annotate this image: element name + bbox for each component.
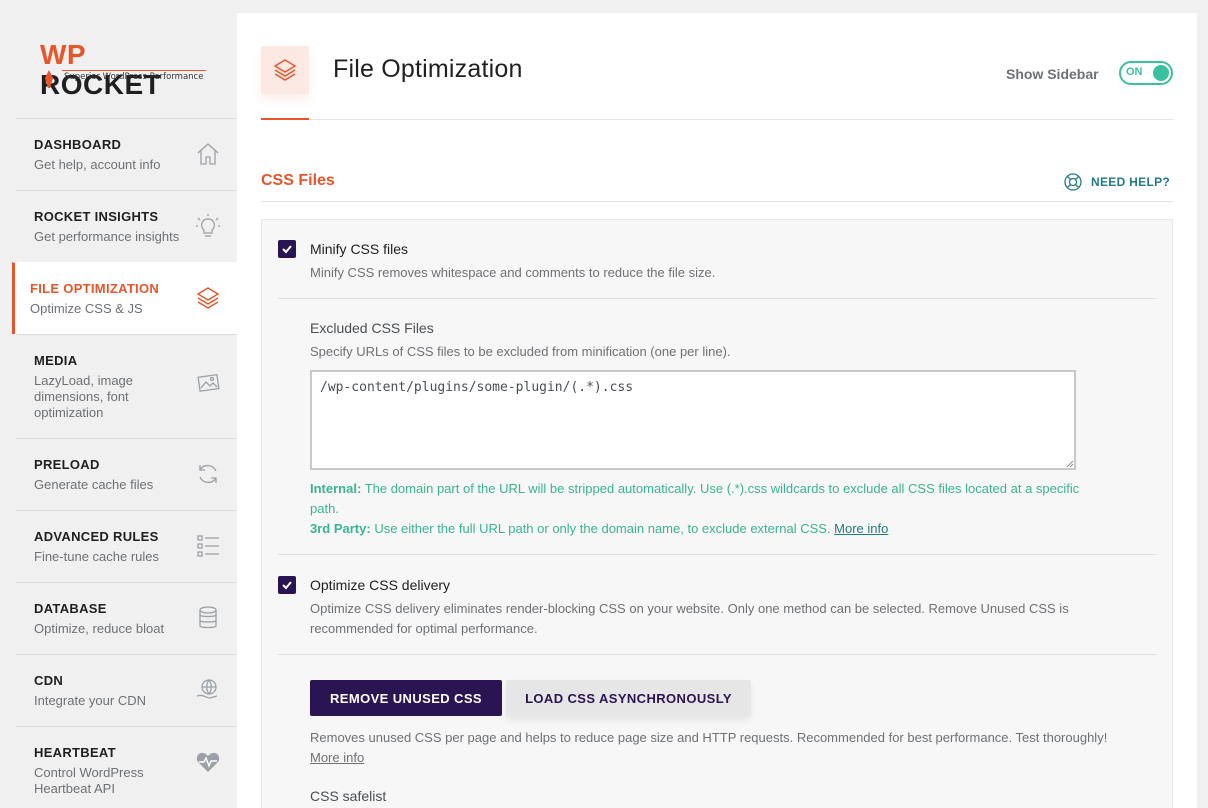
internal-note-label: Internal: (310, 481, 362, 496)
third-party-note-label: 3rd Party: (310, 521, 371, 536)
show-sidebar-label: Show Sidebar (1006, 66, 1099, 82)
need-help-link[interactable]: NEED HELP? (1063, 172, 1170, 192)
lightbulb-icon (196, 214, 220, 237)
sidebar-item-advanced-rules[interactable]: ADVANCED RULES Fine-tune cache rules (16, 510, 237, 582)
header-accent-underline (261, 118, 309, 120)
excluded-css-description: Specify URLs of CSS files to be excluded… (310, 344, 731, 359)
excluded-css-title: Excluded CSS Files (310, 320, 434, 336)
resize-grip-icon[interactable] (1064, 458, 1074, 468)
layers-icon (196, 287, 220, 309)
internal-note: Internal: The domain part of the URL wil… (310, 479, 1090, 519)
divider (278, 554, 1156, 555)
minify-css-description: Minify CSS removes whitespace and commen… (310, 265, 716, 280)
lifebuoy-icon (1064, 173, 1082, 191)
page-title: File Optimization (333, 55, 523, 83)
checklist-icon (197, 535, 219, 557)
excluded-css-input[interactable] (310, 370, 1076, 470)
logo-underline (62, 70, 206, 71)
sidebar-item-heartbeat[interactable]: HEARTBEAT Control WordPress Heartbeat AP… (16, 726, 237, 798)
more-info-link[interactable]: More info (834, 521, 888, 536)
refresh-icon (199, 464, 217, 484)
optimize-css-delivery-title: Optimize CSS delivery (310, 577, 451, 593)
sidebar-item-rocket-insights[interactable]: ROCKET INSIGHTS Get performance insights (16, 190, 237, 262)
sidebar-item-subtitle: Fine-tune cache rules (34, 549, 160, 564)
sidebar-item-subtitle: Integrate your CDN (34, 693, 146, 708)
logo-wp: WP (40, 39, 86, 70)
main-panel: File Optimization Show Sidebar ON CSS Fi… (237, 13, 1197, 808)
sidebar-item-title: MEDIA (34, 353, 78, 368)
home-icon (197, 143, 219, 165)
sidebar-item-dashboard[interactable]: DASHBOARD Get help, account info (16, 118, 237, 190)
remove-unused-css-button[interactable]: REMOVE UNUSED CSS (310, 680, 502, 716)
sidebar-item-media[interactable]: MEDIA LazyLoad, image dimensions, font o… (16, 334, 237, 438)
globe-hand-icon (196, 679, 218, 699)
checkmark-icon (282, 245, 292, 254)
show-sidebar-toggle[interactable]: ON (1119, 61, 1173, 85)
optimize-css-delivery-checkbox[interactable] (278, 576, 296, 594)
sidebar-item-subtitle: Optimize, reduce bloat (34, 621, 165, 636)
section-title: CSS Files (261, 172, 335, 189)
minify-css-title: Minify CSS files (310, 241, 409, 257)
sidebar-item-subtitle: Optimize CSS & JS (30, 301, 143, 316)
sidebar-nav: DASHBOARD Get help, account info ROCKET … (12, 118, 237, 798)
sidebar-item-subtitle: Control WordPress Heartbeat API (34, 765, 144, 796)
sidebar-item-subtitle: LazyLoad, image dimensions, font optimiz… (34, 373, 134, 420)
remove-unused-css-text: Removes unused CSS per page and helps to… (310, 730, 1108, 745)
minify-css-checkbox[interactable] (278, 240, 296, 258)
more-info-link[interactable]: More info (310, 750, 364, 765)
divider (278, 654, 1156, 655)
logo-tagline: Superior WordPress Performance (64, 72, 204, 82)
header-divider (309, 119, 1173, 120)
sidebar-item-subtitle: Get performance insights (34, 229, 180, 244)
section-divider (261, 201, 1173, 202)
toggle-knob (1153, 65, 1169, 81)
sidebar-item-subtitle: Generate cache files (34, 477, 154, 492)
images-icon (197, 373, 220, 392)
optimize-css-delivery-description: Optimize CSS delivery eliminates render-… (310, 601, 1069, 636)
sidebar-item-preload[interactable]: PRELOAD Generate cache files (16, 438, 237, 510)
heartbeat-icon (196, 752, 220, 772)
sidebar-item-file-optimization[interactable]: FILE OPTIMIZATION Optimize CSS & JS (12, 262, 237, 334)
need-help-label: NEED HELP? (1091, 175, 1171, 189)
divider (278, 298, 1156, 299)
flame-icon (45, 70, 53, 88)
sidebar: WP ROCKET Superior WordPress Performance… (0, 0, 237, 808)
page-header-icon (261, 46, 309, 94)
internal-note-text: The domain part of the URL will be strip… (310, 481, 1080, 516)
third-party-note-text: Use either the full URL path or only the… (374, 521, 831, 536)
toggle-state-label: ON (1126, 66, 1143, 78)
wp-rocket-logo[interactable]: WP ROCKET Superior WordPress Performance (40, 39, 210, 100)
database-icon (199, 606, 217, 629)
sidebar-item-subtitle: Get help, account info (34, 157, 161, 172)
css-settings-card: Minify CSS files Minify CSS removes whit… (261, 219, 1173, 808)
third-party-note: 3rd Party: Use either the full URL path … (310, 519, 1130, 539)
sidebar-item-database[interactable]: DATABASE Optimize, reduce bloat (16, 582, 237, 654)
layers-icon (273, 59, 297, 81)
load-css-async-button[interactable]: LOAD CSS ASYNCHRONOUSLY (506, 680, 751, 716)
sidebar-item-cdn[interactable]: CDN Integrate your CDN (16, 654, 237, 726)
css-safelist-title: CSS safelist (310, 788, 387, 804)
remove-unused-css-description: Removes unused CSS per page and helps to… (310, 728, 1160, 768)
checkmark-icon (282, 581, 292, 590)
